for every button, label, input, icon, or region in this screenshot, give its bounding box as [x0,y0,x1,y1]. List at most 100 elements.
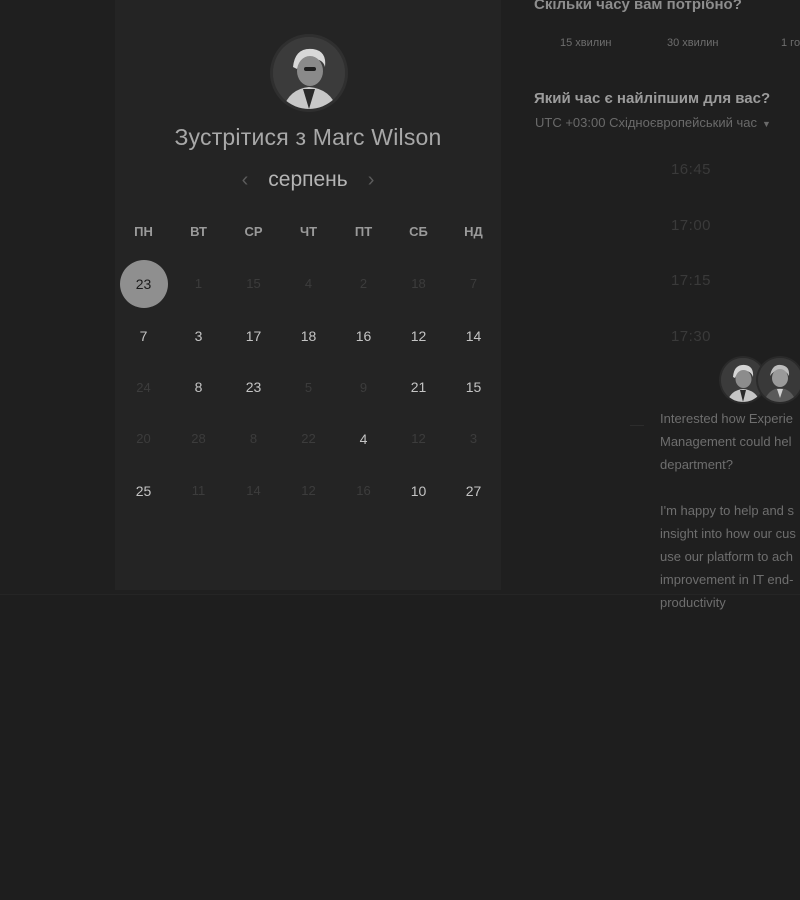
calendar-day-label: 12 [301,483,316,499]
calendar-day: 15 [226,258,281,310]
calendar-day-label: 14 [465,327,482,344]
calendar-day: 12 [281,465,336,517]
calendar-day[interactable]: 12 [391,310,446,362]
time-slot[interactable]: 17:30 [600,317,782,357]
duration-options: 15 хвилин 30 хвилин 1 го [534,28,800,60]
calendar-day[interactable]: 3 [171,310,226,362]
chat-message: Interested how Experie Management could … [660,411,796,610]
weekday-label: НД [464,224,483,239]
calendar-day-label: 12 [410,327,427,344]
chevron-left-icon[interactable]: ‹ [242,170,249,190]
duration-option-15[interactable]: 15 хвилин [560,28,611,58]
chat-avatar [758,358,800,402]
calendar-day[interactable]: 10 [391,465,446,517]
calendar-day[interactable]: 21 [391,361,446,413]
calendar-day: 12 [391,413,446,465]
month-navigation: ‹ серпень › [115,168,501,192]
weekday-header: ПН ВТ СР ЧТ ПТ СБ НД [116,224,502,239]
calendar-day: 4 [281,258,336,310]
calendar-day: 20 [116,413,171,465]
calendar-day-label: 25 [135,482,152,499]
calendar-day[interactable]: 16 [336,310,391,362]
calendar-day: 5 [281,361,336,413]
calendar-day-label: 2 [359,276,368,292]
caret-down-icon: ▼ [761,119,771,129]
calendar-day: 1 [171,258,226,310]
calendar-day-label: 8 [249,431,258,447]
calendar-day-label: 28 [191,431,206,447]
calendar-day-label: 24 [136,379,151,395]
calendar-day-label: 23 [245,379,262,396]
chevron-right-icon[interactable]: › [368,170,375,190]
calendar-day: 28 [171,413,226,465]
calendar-day[interactable]: 7 [116,310,171,362]
calendar-day: 2 [336,258,391,310]
time-slot[interactable]: 17:15 [600,261,782,301]
calendar-day-label: 9 [359,379,368,395]
duration-question: Скільки часу вам потрібно? [534,0,742,13]
calendar-day: 22 [281,413,336,465]
timezone-select[interactable]: UTC +03:00 Східноєвропейський час ▼ [535,115,771,130]
calendar-day-label: 23 [135,275,152,292]
calendar-day-label: 12 [411,431,426,447]
message-divider [630,425,644,426]
host-avatar [273,37,345,109]
calendar-day[interactable]: 14 [446,310,501,362]
duration-option-60[interactable]: 1 го [781,28,800,58]
calendar-day[interactable]: 17 [226,310,281,362]
calendar-day-label: 1 [194,276,203,292]
calendar-day-label: 8 [194,379,203,396]
calendar-day-label: 18 [300,327,317,344]
calendar-day[interactable]: 4 [336,413,391,465]
calendar-day-label: 15 [246,276,261,292]
weekday-label: ПН [134,224,153,239]
calendar-day: 24 [116,361,171,413]
month-label: серпень [268,168,348,191]
weekday-label: ЧТ [299,224,318,239]
time-question: Який час є найліпшим для вас? [534,90,771,107]
weekday-label: ВТ [190,224,207,239]
calendar-day-label: 11 [191,483,206,499]
calendar-day-label: 27 [465,482,482,499]
calendar-day-label: 17 [245,327,262,344]
calendar-day: 16 [336,465,391,517]
calendar-day: 18 [391,258,446,310]
duration-option-30[interactable]: 30 хвилин [667,28,718,58]
calendar-day[interactable]: 8 [171,361,226,413]
calendar-day: 8 [226,413,281,465]
weekday-label: ПТ [354,224,373,239]
calendar-day-selected[interactable]: 23 [116,258,171,310]
calendar-day-label: 4 [359,430,368,447]
calendar-day-label: 16 [356,483,371,499]
calendar-day-label: 7 [139,327,148,344]
calendar-day[interactable]: 23 [226,361,281,413]
weekday-label: СБ [409,224,428,239]
calendar-day[interactable]: 18 [281,310,336,362]
meeting-title: Зустрітися з Marc Wilson [174,124,442,150]
calendar-day-label: 18 [411,276,426,292]
timezone-label: UTC +03:00 Східноєвропейський час [535,115,757,130]
calendar-day-label: 4 [304,276,313,292]
person-photo-icon [273,37,345,109]
calendar-day: 7 [446,258,501,310]
calendar-day-label: 5 [304,379,313,395]
calendar-day-label: 21 [410,379,427,396]
calendar-day: 3 [446,413,501,465]
calendar-day-label: 22 [301,431,316,447]
calendar-day[interactable]: 25 [116,465,171,517]
person-photo-icon [758,358,800,402]
calendar-day-label: 16 [355,327,372,344]
calendar-day-label: 20 [136,431,151,447]
time-slot[interactable]: 17:00 [600,206,782,246]
calendar-day-label: 3 [469,431,478,447]
calendar-grid: 23 1 15 4 2 18 7 7 3 17 18 16 12 14 24 8 23 5 9 21 15 20 28 8 22… [116,258,502,516]
calendar-day-label: 3 [194,327,203,344]
calendar-day: 14 [226,465,281,517]
calendar-day-label: 10 [410,482,427,499]
calendar-day[interactable]: 15 [446,361,501,413]
calendar-day: 11 [171,465,226,517]
calendar-day[interactable]: 27 [446,465,501,517]
time-slot[interactable]: 16:45 [600,150,782,190]
calendar-day: 9 [336,361,391,413]
calendar-day-label: 7 [469,276,478,292]
